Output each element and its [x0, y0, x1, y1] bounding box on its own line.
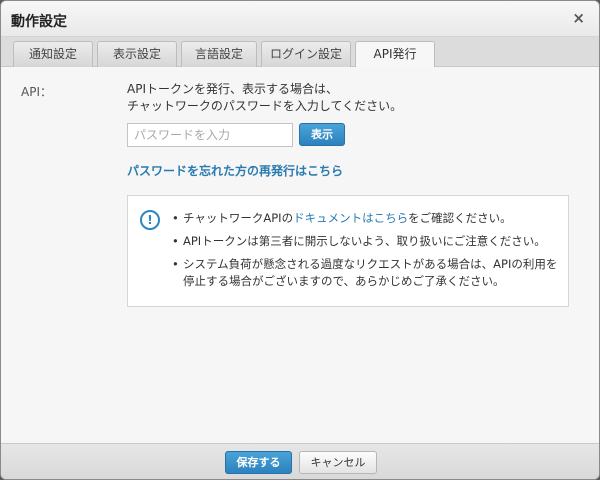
dialog-titlebar: 動作設定 × [1, 1, 599, 37]
password-reissue-link[interactable]: パスワードを忘れた方の再発行はこちら [127, 162, 343, 179]
notice-list: チャットワークAPIのドキュメントはこちらをご確認ください。 APIトークンは第… [172, 210, 558, 296]
api-description: APIトークンを発行、表示する場合は、 チャットワークのパスワードを入力してくだ… [127, 81, 567, 115]
notice-item1-prefix: チャットワークAPIの [183, 211, 294, 225]
api-description-line2: チャットワークのパスワードを入力してください。 [127, 99, 403, 113]
tab-language-settings[interactable]: 言語設定 [181, 41, 257, 67]
tab-bar: 通知設定 表示設定 言語設定 ログイン設定 API発行 [1, 37, 599, 68]
save-button[interactable]: 保存する [225, 451, 292, 474]
show-token-button[interactable]: 表示 [299, 123, 345, 146]
notice-item-rate-limit: システム負荷が懸念される過度なリクエストがある場合は、APIの利用を停止する場合… [172, 256, 558, 290]
tab-api-issue[interactable]: API発行 [355, 41, 435, 68]
api-tab-content: API： APIトークンを発行、表示する場合は、 チャットワークのパスワードを入… [1, 67, 599, 443]
api-notice-box: ! チャットワークAPIのドキュメントはこちらをご確認ください。 APIトークン… [127, 195, 569, 307]
info-icon: ! [140, 210, 160, 230]
notice-item1-suffix: をご確認ください。 [408, 211, 512, 225]
api-description-line1: APIトークンを発行、表示する場合は、 [127, 82, 338, 96]
tab-display-settings[interactable]: 表示設定 [97, 41, 177, 67]
documentation-link[interactable]: ドキュメントはこちら [293, 211, 408, 225]
dialog-footer: 保存する キャンセル [1, 443, 599, 479]
tab-notification-settings[interactable]: 通知設定 [13, 41, 93, 67]
notice-item-token-caution: APIトークンは第三者に開示しないよう、取り扱いにご注意ください。 [172, 233, 558, 250]
password-input[interactable] [127, 123, 293, 147]
settings-dialog: 動作設定 × 通知設定 表示設定 言語設定 ログイン設定 API発行 API： … [0, 0, 600, 480]
cancel-button[interactable]: キャンセル [299, 451, 377, 474]
dialog-title: 動作設定 [11, 14, 67, 30]
notice-item-documentation: チャットワークAPIのドキュメントはこちらをご確認ください。 [172, 210, 558, 227]
close-icon[interactable]: × [572, 10, 585, 26]
tab-login-settings[interactable]: ログイン設定 [261, 41, 351, 67]
api-label: API： [21, 85, 52, 99]
